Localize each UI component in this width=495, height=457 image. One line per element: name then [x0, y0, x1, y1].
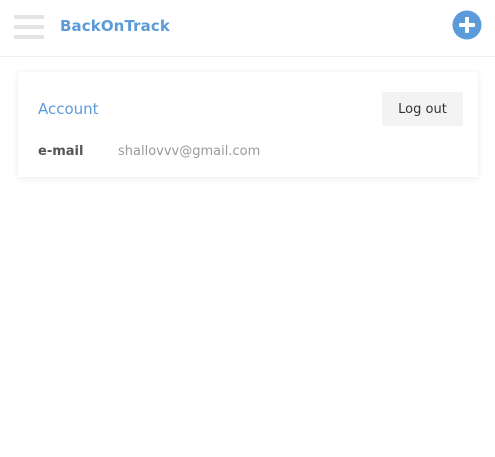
hamburger-menu-icon[interactable] [14, 15, 44, 39]
email-label: e-mail [38, 144, 84, 159]
email-value: shallovvv@gmail.com [118, 144, 261, 159]
app-root: BackOnTrack Account Log out e-mail shall… [0, 0, 495, 457]
menu-bar-line [14, 25, 44, 29]
app-title[interactable]: BackOnTrack [60, 17, 170, 35]
logout-button[interactable]: Log out [382, 92, 463, 126]
account-card: Account Log out e-mail shallovvv@gmail.c… [18, 72, 478, 177]
menu-bar-line [14, 15, 44, 19]
top-bar: BackOnTrack [0, 0, 495, 57]
account-title: Account [38, 100, 99, 118]
menu-bar-line [14, 35, 44, 39]
plus-circle-icon[interactable] [452, 10, 482, 40]
